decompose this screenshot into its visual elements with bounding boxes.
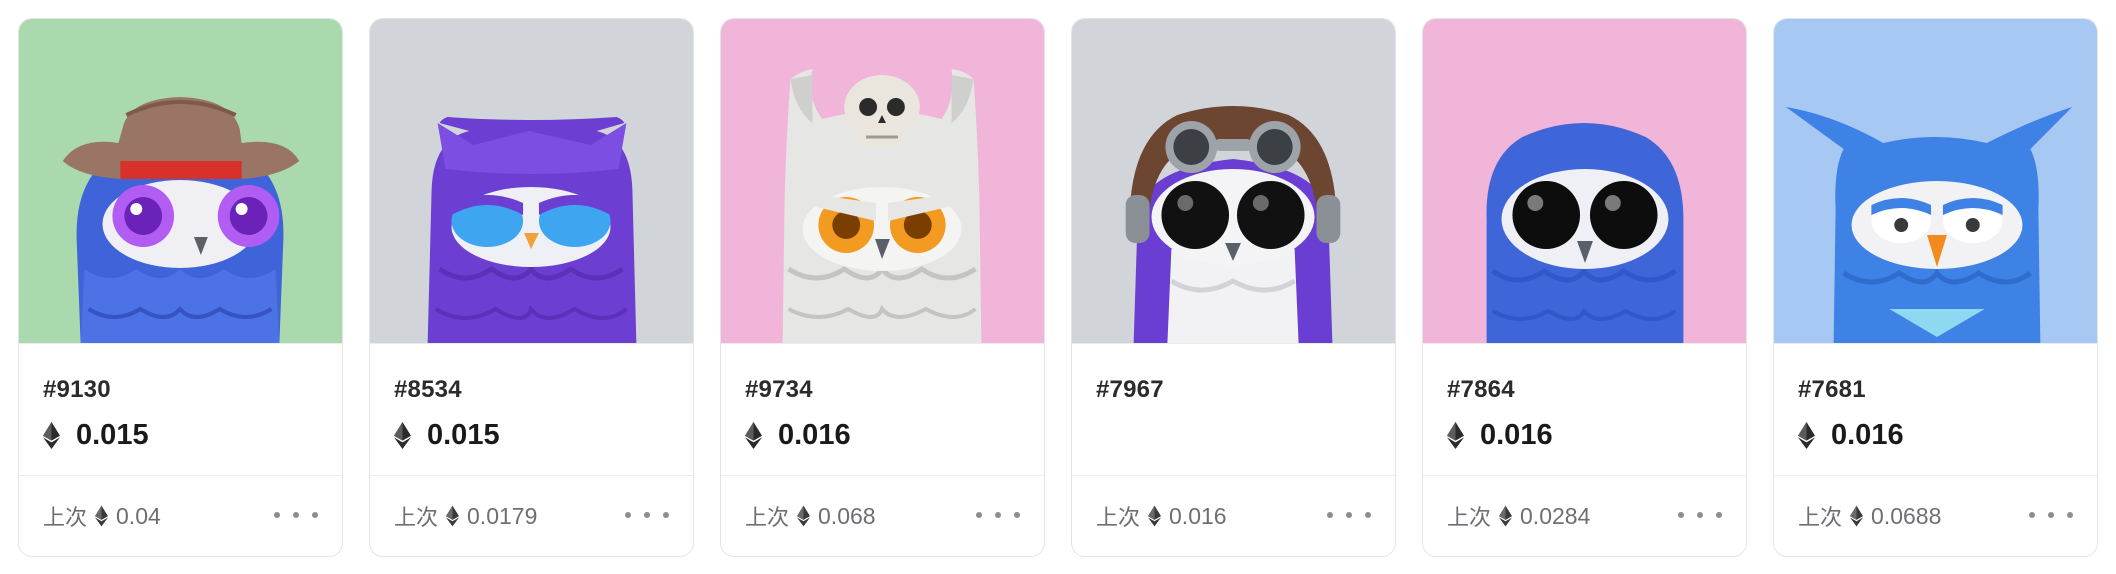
price: 0.015 — [43, 418, 149, 452]
more-horizontal-icon — [2029, 512, 2035, 518]
price-value: 0.016 — [778, 418, 851, 451]
nft-info: #8534 0.015 — [370, 343, 693, 475]
ethereum-icon — [1447, 421, 1464, 449]
nft-card[interactable]: #7967 上次 0.016 — [1071, 18, 1396, 557]
last-sale-label: 上次 — [394, 506, 439, 531]
more-horizontal-icon — [1678, 512, 1684, 518]
last-sale-label: 上次 — [1798, 506, 1843, 531]
token-name[interactable]: #9130 — [43, 376, 111, 404]
last-sale: 上次 0.068 — [745, 498, 876, 534]
more-options-button[interactable] — [274, 500, 318, 530]
token-name[interactable]: #7864 — [1447, 376, 1515, 404]
last-sale-price: 0.068 — [818, 502, 876, 529]
price: 0.015 — [394, 418, 500, 452]
last-sale: 上次 0.0284 — [1447, 498, 1590, 534]
price-value: 0.015 — [427, 418, 500, 451]
last-sale-label: 上次 — [1096, 506, 1141, 531]
last-sale: 上次 0.0688 — [1798, 498, 1941, 534]
ethereum-icon — [446, 505, 460, 527]
price-value: 0.016 — [1831, 418, 1904, 451]
ethereum-icon — [797, 505, 811, 527]
nft-image[interactable] — [721, 19, 1044, 343]
ethereum-icon — [95, 505, 109, 527]
price: 0.016 — [1447, 418, 1553, 452]
nft-card[interactable]: #8534 0.015 上次 0.0179 — [369, 18, 694, 557]
nft-card[interactable]: #7681 0.016 上次 0.0688 — [1773, 18, 2098, 557]
last-sale: 上次 0.016 — [1096, 498, 1227, 534]
more-horizontal-icon — [1327, 512, 1333, 518]
nft-info: #9734 0.016 — [721, 343, 1044, 475]
nft-card[interactable]: #9734 0.016 上次 0.068 — [720, 18, 1045, 557]
nft-info: #9130 0.015 — [19, 343, 342, 475]
card-footer: 上次 0.016 — [1072, 475, 1395, 556]
price: 0.016 — [745, 418, 851, 452]
more-options-button[interactable] — [625, 500, 669, 530]
ethereum-icon — [1148, 505, 1162, 527]
ethereum-icon — [1850, 505, 1864, 527]
more-options-button[interactable] — [1678, 500, 1722, 530]
last-sale-label: 上次 — [745, 506, 790, 531]
ethereum-icon — [1499, 505, 1513, 527]
nft-image[interactable] — [19, 19, 342, 343]
card-footer: 上次 0.04 — [19, 475, 342, 556]
price-value: 0.015 — [76, 418, 149, 451]
nft-info: #7681 0.016 — [1774, 343, 2097, 475]
last-sale: 上次 0.04 — [43, 498, 161, 534]
last-sale-price: 0.0284 — [1520, 502, 1591, 529]
card-footer: 上次 0.0179 — [370, 475, 693, 556]
last-sale-label: 上次 — [1447, 506, 1492, 531]
ethereum-icon — [394, 421, 411, 449]
token-name[interactable]: #7681 — [1798, 376, 1866, 404]
nft-card-grid: #9130 0.015 上次 0.04 #8534 0.015 上次 0.017… — [0, 0, 2116, 574]
nft-card[interactable]: #9130 0.015 上次 0.04 — [18, 18, 343, 557]
ethereum-icon — [1798, 421, 1815, 449]
last-sale: 上次 0.0179 — [394, 498, 537, 534]
nft-card[interactable]: #7864 0.016 上次 0.0284 — [1422, 18, 1747, 557]
last-sale-price: 0.04 — [116, 502, 161, 529]
token-name[interactable]: #8534 — [394, 376, 462, 404]
more-horizontal-icon — [274, 512, 280, 518]
more-options-button[interactable] — [976, 500, 1020, 530]
card-footer: 上次 0.0284 — [1423, 475, 1746, 556]
token-name[interactable]: #7967 — [1096, 376, 1164, 404]
card-footer: 上次 0.0688 — [1774, 475, 2097, 556]
more-horizontal-icon — [976, 512, 982, 518]
nft-info: #7967 — [1072, 343, 1395, 475]
last-sale-label: 上次 — [43, 506, 88, 531]
price: 0.016 — [1798, 418, 1904, 452]
token-name[interactable]: #9734 — [745, 376, 813, 404]
last-sale-price: 0.016 — [1169, 502, 1227, 529]
more-options-button[interactable] — [1327, 500, 1371, 530]
nft-image[interactable] — [1774, 19, 2097, 343]
nft-image[interactable] — [1423, 19, 1746, 343]
ethereum-icon — [745, 421, 762, 449]
more-horizontal-icon — [625, 512, 631, 518]
card-footer: 上次 0.068 — [721, 475, 1044, 556]
ethereum-icon — [43, 421, 60, 449]
last-sale-price: 0.0179 — [467, 502, 538, 529]
nft-info: #7864 0.016 — [1423, 343, 1746, 475]
more-options-button[interactable] — [2029, 500, 2073, 530]
nft-image[interactable] — [370, 19, 693, 343]
nft-image[interactable] — [1072, 19, 1395, 343]
price-value: 0.016 — [1480, 418, 1553, 451]
last-sale-price: 0.0688 — [1871, 502, 1942, 529]
